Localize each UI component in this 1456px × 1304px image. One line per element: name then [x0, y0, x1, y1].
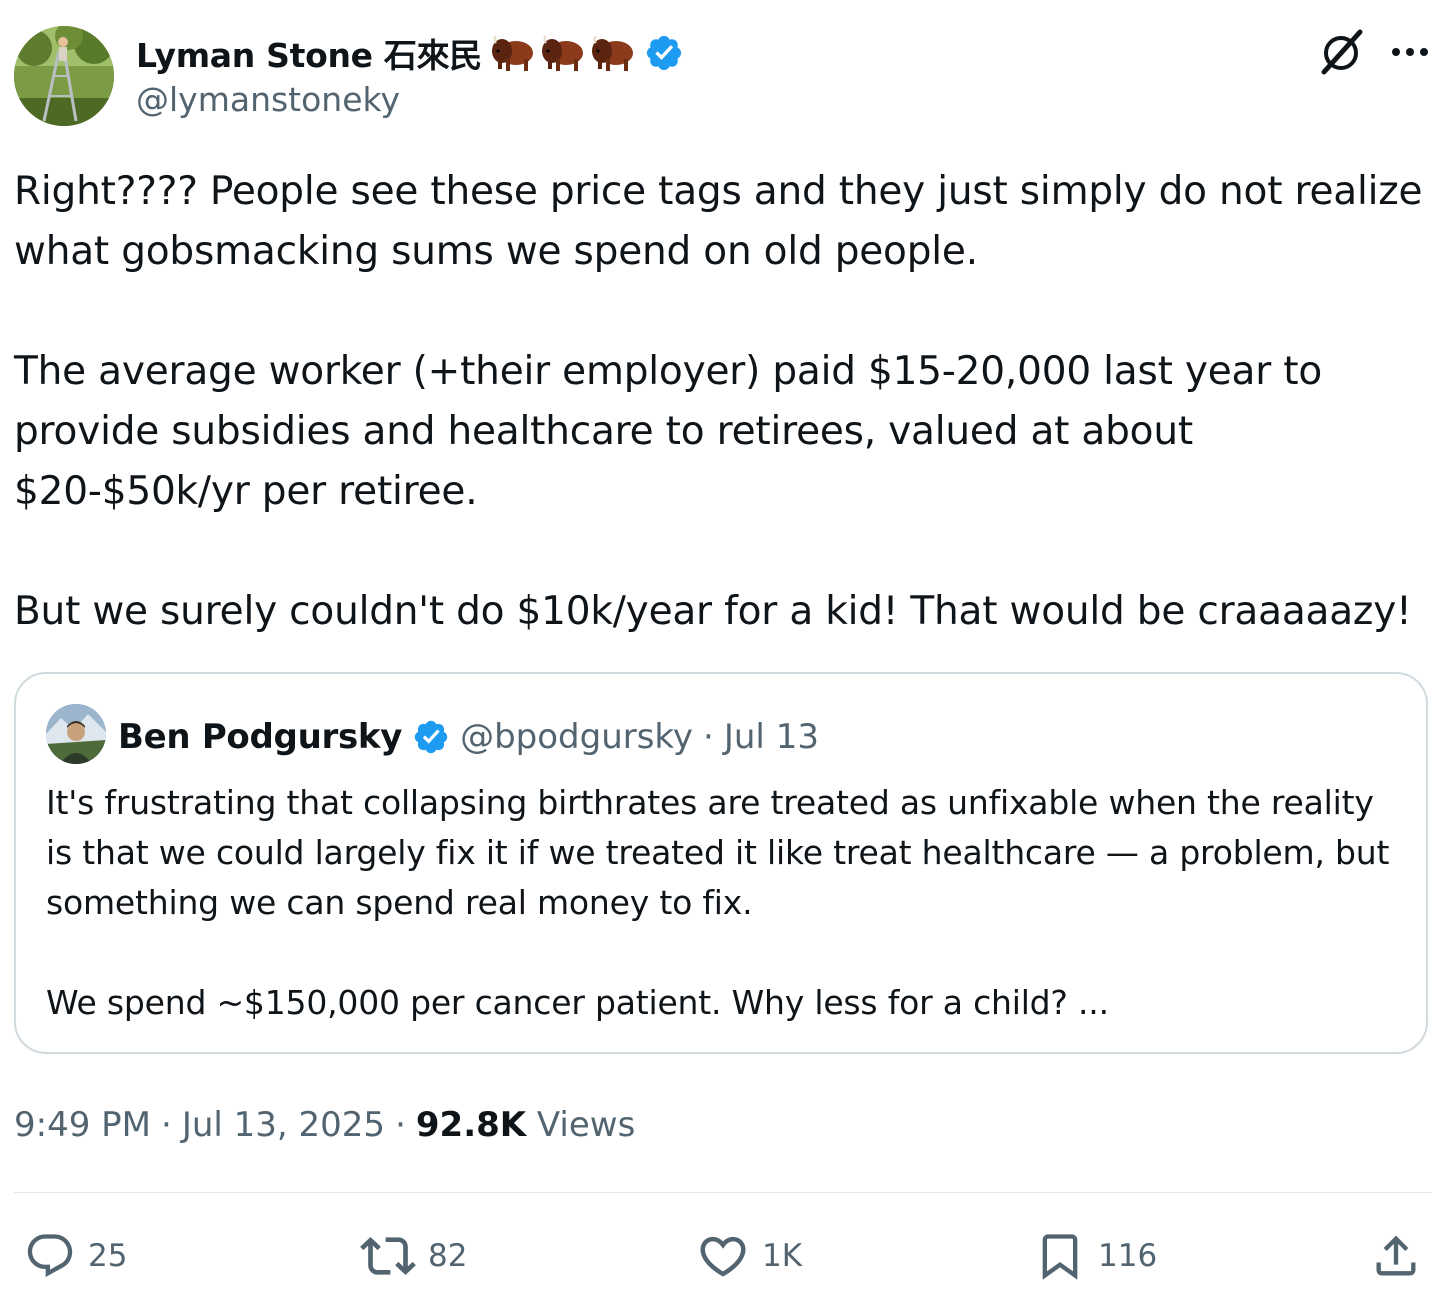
grok-icon[interactable]: [1318, 28, 1366, 76]
quoted-handle: @bpodgursky: [460, 717, 694, 757]
tweet-text: Right???? People see these price tags an…: [14, 169, 1423, 634]
author-avatar[interactable]: [14, 26, 114, 126]
tweet-time[interactable]: 9:49 PM: [14, 1105, 151, 1145]
repost-button[interactable]: 82: [360, 1228, 467, 1284]
repost-icon: [360, 1237, 416, 1275]
quoted-separator: ·: [703, 717, 714, 757]
tweet: Lyman Stone 石來民 @lymanstoneky Right???? …: [0, 0, 1456, 1304]
tweet-date[interactable]: Jul 13, 2025: [182, 1105, 385, 1145]
bison-icon: [492, 35, 534, 71]
bookmark-icon: [1042, 1234, 1078, 1280]
quoted-date: Jul 13: [723, 717, 819, 757]
divider: [14, 1192, 1432, 1193]
heart-icon: [700, 1236, 746, 1277]
tweet-meta: 9:49 PM · Jul 13, 2025 · 92.8K Views: [14, 1100, 635, 1150]
bison-icon: [592, 35, 634, 71]
reply-icon: [27, 1234, 73, 1278]
quoted-display-name[interactable]: Ben Podgursky: [118, 717, 402, 757]
author-handle[interactable]: @lymanstoneky: [136, 80, 400, 119]
like-button[interactable]: 1K: [696, 1228, 802, 1284]
reply-count: 25: [88, 1238, 128, 1274]
quoted-header: Ben Podgursky @bpodgursky · Jul 13: [118, 712, 819, 762]
reply-button[interactable]: 25: [24, 1228, 127, 1284]
views-label: Views: [536, 1105, 636, 1145]
avatar-image: [14, 26, 114, 126]
quoted-avatar-image: [46, 704, 106, 764]
bison-icon: [542, 35, 584, 71]
more-options-icon[interactable]: [1388, 34, 1432, 70]
meta-separator: ·: [395, 1105, 406, 1145]
views-count: 92.8K: [415, 1105, 527, 1145]
quoted-author-avatar[interactable]: [46, 704, 106, 764]
repost-count: 82: [428, 1238, 468, 1274]
author-display-name[interactable]: Lyman Stone 石來民: [136, 29, 482, 77]
share-button[interactable]: [1370, 1228, 1422, 1284]
meta-separator: ·: [161, 1105, 172, 1145]
bookmark-count: 116: [1098, 1238, 1158, 1274]
quoted-tweet-card[interactable]: Ben Podgursky @bpodgursky · Jul 13 It's …: [14, 672, 1428, 1054]
bookmark-button[interactable]: 116: [1034, 1228, 1157, 1284]
verified-badge-icon[interactable]: [644, 33, 684, 73]
share-icon: [1376, 1235, 1416, 1276]
like-count: 1K: [762, 1238, 803, 1274]
author-name-row: Lyman Stone 石來民: [136, 30, 684, 76]
bison-emoji-group: [490, 33, 636, 73]
verified-badge-icon: [414, 720, 448, 754]
quoted-text: It's frustrating that collapsing birthra…: [46, 783, 1390, 1022]
